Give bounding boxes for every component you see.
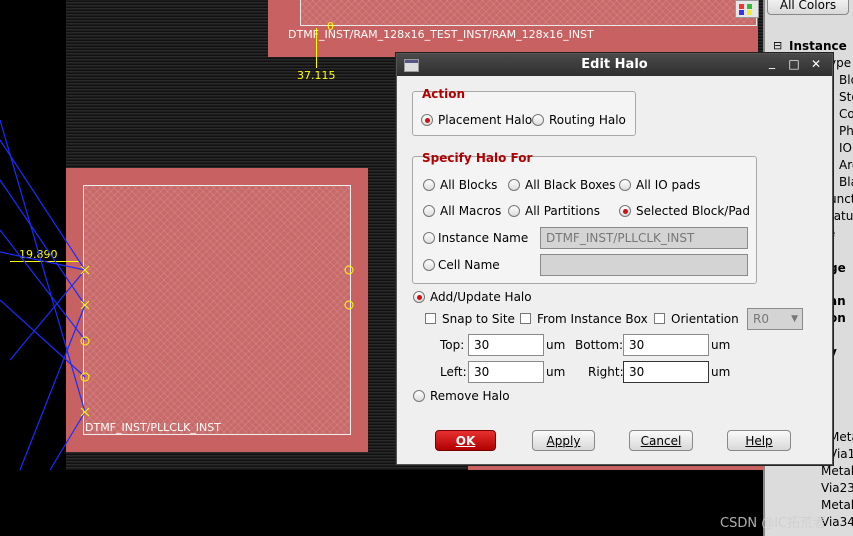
panel-item[interactable]: Metal3	[821, 498, 853, 512]
placement-halo-label[interactable]: Placement Halo	[438, 113, 532, 127]
from-instance-box-label[interactable]: From Instance Box	[537, 312, 648, 326]
orientation-value: R0	[753, 312, 769, 326]
panel-item[interactable]: Metal2	[821, 464, 853, 478]
ok-button[interactable]: OK	[435, 430, 496, 451]
watermark: CSDN @IC拓荒者	[720, 516, 827, 531]
dialog-titlebar[interactable]: Edit Halo _ □ ✕	[397, 54, 832, 76]
chevron-down-icon: ▼	[791, 314, 798, 324]
selected-block-pad-label[interactable]: Selected Block/Pad	[636, 204, 750, 218]
bottom-input[interactable]: 30	[623, 334, 709, 356]
bottom-label: Bottom:	[575, 338, 624, 352]
left-input[interactable]: 30	[468, 361, 544, 383]
left-unit: um	[546, 365, 566, 379]
instance-name-radio[interactable]	[423, 232, 435, 244]
routing-halo-radio[interactable]	[532, 114, 544, 126]
bottom-unit: um	[711, 338, 731, 352]
minimize-button[interactable]: _	[765, 55, 779, 69]
from-instance-box-checkbox[interactable]	[520, 313, 531, 324]
panel-item[interactable]: Sto	[839, 90, 853, 104]
panel-item[interactable]: Via23(	[821, 481, 853, 495]
placement-halo-radio[interactable]	[421, 114, 433, 126]
routing-halo-label[interactable]: Routing Halo	[549, 113, 626, 127]
right-input[interactable]: 30	[623, 361, 709, 383]
left-label: Left:	[440, 365, 467, 379]
orientation-select[interactable]: R0 ▼	[747, 308, 803, 330]
instance-name-label[interactable]: Instance Name	[438, 231, 528, 245]
all-partitions-radio[interactable]	[508, 205, 520, 217]
all-blocks-radio[interactable]	[423, 179, 435, 191]
right-label: Right:	[588, 365, 624, 379]
panel-item[interactable]: Blo	[839, 73, 853, 87]
panel-item[interactable]: Co	[839, 107, 853, 121]
apply-button[interactable]: Apply	[532, 430, 595, 451]
snap-to-site-checkbox[interactable]	[425, 313, 436, 324]
remove-halo-radio[interactable]	[413, 390, 425, 402]
panel-item[interactable]: Bla	[839, 175, 853, 189]
all-io-pads-label[interactable]: All IO pads	[636, 178, 700, 192]
all-blocks-label[interactable]: All Blocks	[440, 178, 497, 192]
all-macros-label[interactable]: All Macros	[440, 204, 501, 218]
action-group-title: Action	[422, 87, 466, 101]
orientation-label[interactable]: Orientation	[671, 312, 739, 326]
panel-item[interactable]: Instance	[789, 39, 847, 53]
all-partitions-label[interactable]: All Partitions	[525, 204, 600, 218]
all-black-boxes-radio[interactable]	[508, 179, 520, 191]
add-update-halo-label[interactable]: Add/Update Halo	[430, 290, 532, 304]
add-update-halo-radio[interactable]	[413, 291, 425, 303]
panel-item[interactable]: Phy	[839, 124, 853, 138]
panel-item[interactable]: Are	[839, 158, 853, 172]
top-input[interactable]: 30	[468, 334, 544, 356]
cancel-button[interactable]: Cancel	[629, 430, 693, 451]
top-unit: um	[546, 338, 566, 352]
all-colors-button[interactable]: All Colors	[767, 0, 849, 15]
snap-to-site-label[interactable]: Snap to Site	[442, 312, 515, 326]
orientation-checkbox[interactable]	[654, 313, 665, 324]
cell-name-field[interactable]	[540, 254, 748, 276]
panel-item[interactable]: IO	[839, 141, 852, 155]
all-io-pads-radio[interactable]	[619, 179, 631, 191]
right-unit: um	[711, 365, 731, 379]
net-wires	[0, 119, 354, 470]
maximize-button[interactable]: □	[787, 57, 801, 71]
color-swatch-icon[interactable]	[735, 0, 759, 18]
all-macros-radio[interactable]	[423, 205, 435, 217]
cell-name-radio[interactable]	[423, 259, 435, 271]
instance-name-field[interactable]: DTMF_INST/PLLCLK_INST	[540, 227, 748, 249]
edit-halo-dialog[interactable]: Edit Halo _ □ ✕ Action Placement Halo Ro…	[396, 53, 833, 465]
close-button[interactable]: ✕	[809, 57, 823, 71]
tree-expand-icon[interactable]: ⊟	[773, 39, 782, 52]
all-black-boxes-label[interactable]: All Black Boxes	[525, 178, 616, 192]
remove-halo-label[interactable]: Remove Halo	[430, 389, 510, 403]
top-label: Top:	[440, 338, 465, 352]
selected-block-pad-radio[interactable]	[619, 205, 631, 217]
help-button[interactable]: Help	[727, 430, 791, 451]
specify-group-title: Specify Halo For	[422, 151, 533, 165]
cell-name-label[interactable]: Cell Name	[438, 258, 500, 272]
